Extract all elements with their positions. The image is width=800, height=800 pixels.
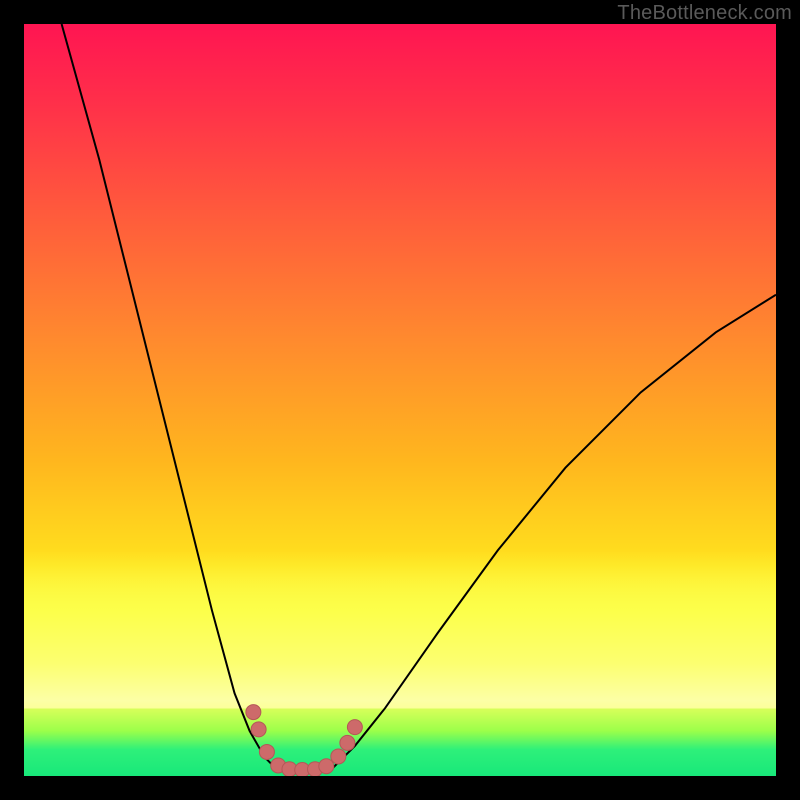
plot-area — [24, 24, 776, 776]
valley-marker-group — [246, 705, 363, 776]
valley-marker — [251, 722, 266, 737]
valley-marker — [246, 705, 261, 720]
watermark-text: TheBottleneck.com — [617, 2, 792, 25]
chart-svg — [24, 24, 776, 776]
curve-path — [62, 24, 776, 772]
valley-marker — [347, 720, 362, 735]
bottleneck-curve — [62, 24, 776, 772]
valley-marker — [331, 749, 346, 764]
outer-frame: TheBottleneck.com — [0, 0, 800, 800]
valley-marker — [340, 735, 355, 750]
valley-marker — [259, 744, 274, 759]
valley-marker — [319, 759, 334, 774]
